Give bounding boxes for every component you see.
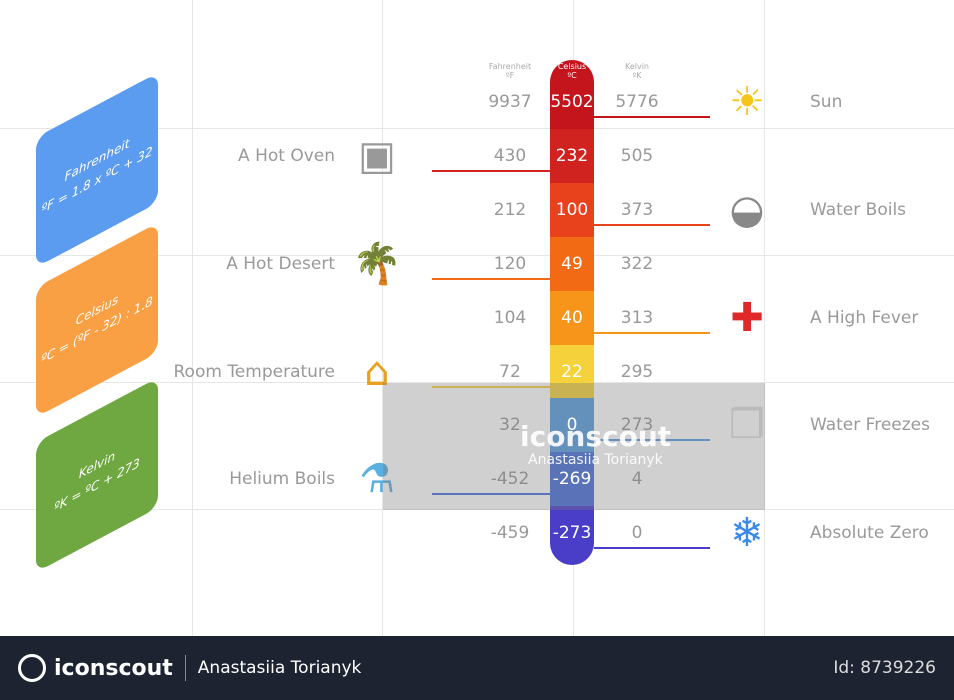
grid-v1 bbox=[192, 0, 193, 636]
snowflake-icon: ❄ bbox=[730, 510, 764, 557]
connector-line bbox=[594, 331, 710, 334]
grid-v2 bbox=[382, 0, 383, 636]
kelvin-header: Kelvin ºK bbox=[607, 62, 667, 80]
palm-tree-icon: 🌴 bbox=[352, 241, 402, 288]
item-label: A Hot Desert bbox=[226, 253, 335, 274]
connector-line bbox=[432, 277, 550, 280]
pot-icon: ◒ bbox=[729, 186, 765, 233]
item-label: A High Fever bbox=[810, 307, 919, 328]
celsius-value: 22 bbox=[561, 361, 583, 382]
kelvin-unit: ºK bbox=[632, 71, 642, 80]
item-label: Sun bbox=[810, 92, 843, 112]
fahrenheit-header: Fahrenheit ºF bbox=[480, 62, 540, 80]
item-label: Absolute Zero bbox=[810, 523, 929, 544]
footer-divider bbox=[184, 655, 186, 681]
celsius-unit: ºC bbox=[567, 71, 577, 80]
kelvin-value: 373 bbox=[620, 199, 654, 220]
watermark-author: Anastasiia Torianyk bbox=[528, 452, 663, 468]
connector-line bbox=[594, 547, 710, 550]
celsius-value: -269 bbox=[552, 469, 592, 490]
fahrenheit-value: 120 bbox=[493, 253, 527, 274]
fahrenheit-unit: ºF bbox=[505, 71, 515, 80]
oven-icon: ▣ bbox=[358, 132, 396, 179]
first-aid-kit-icon: ✚ bbox=[730, 294, 764, 341]
footer-author[interactable]: Anastasiia Torianyk bbox=[198, 658, 362, 678]
celsius-value: 232 bbox=[555, 145, 589, 166]
celsius-value: 40 bbox=[561, 307, 583, 328]
fahrenheit-value: 430 bbox=[493, 145, 527, 166]
connector-line bbox=[594, 223, 710, 226]
sun-icon: ☀ bbox=[729, 79, 765, 125]
fahrenheit-value: 104 bbox=[493, 307, 527, 328]
footer-brand[interactable]: iconscout bbox=[54, 656, 173, 681]
connector-line bbox=[432, 169, 550, 172]
item-label: Room Temperature bbox=[173, 361, 336, 382]
footer-bar: iconscout Anastasiia Torianyk Id: 873922… bbox=[0, 636, 954, 700]
kelvin-value: 322 bbox=[620, 253, 654, 274]
item-label: Helium Boils bbox=[229, 469, 335, 490]
footer-id: Id: 8739226 bbox=[833, 658, 936, 678]
celsius-value: 49 bbox=[561, 253, 583, 274]
item-label: Water Freezes bbox=[810, 415, 930, 436]
celsius-value: 0 bbox=[566, 415, 578, 436]
kelvin-value: 313 bbox=[620, 307, 654, 328]
celsius-header: Celsius ºC bbox=[542, 62, 602, 80]
iconscout-logo-icon bbox=[18, 654, 46, 682]
item-label: Water Boils bbox=[810, 199, 907, 220]
celsius-title: Celsius bbox=[557, 62, 587, 71]
fahrenheit-value: 9937 bbox=[488, 92, 532, 112]
celsius-value: -273 bbox=[552, 523, 592, 544]
item-label: A Hot Oven bbox=[238, 145, 335, 166]
kelvin-value: 505 bbox=[620, 145, 654, 166]
fahrenheit-value: 72 bbox=[499, 361, 521, 382]
kelvin-value: 295 bbox=[620, 361, 654, 382]
kelvin-title: Kelvin bbox=[624, 62, 650, 71]
kelvin-value: 0 bbox=[631, 523, 643, 544]
celsius-value: 100 bbox=[555, 199, 589, 220]
fahrenheit-title: Fahrenheit bbox=[488, 62, 532, 71]
fahrenheit-value: -459 bbox=[490, 523, 530, 544]
connector-line bbox=[594, 116, 710, 118]
celsius-value: 5502 bbox=[550, 92, 594, 112]
kelvin-value: 5776 bbox=[615, 92, 659, 112]
fahrenheit-value: 212 bbox=[493, 199, 527, 220]
